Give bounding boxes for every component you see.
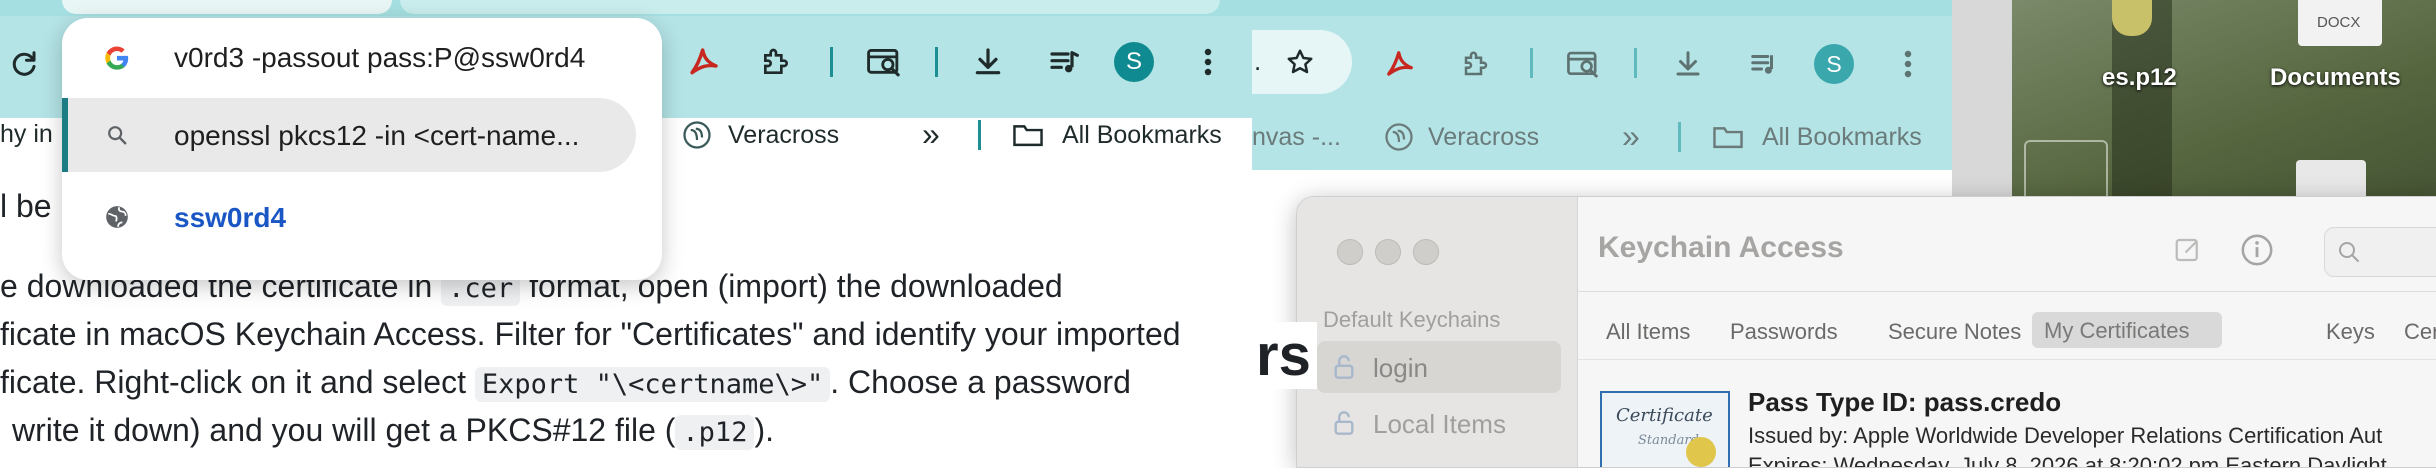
desktop-file-label[interactable]: es.p12 [2102,64,2177,92]
keychain-sidebar: Default Keychains login Local Items [1297,197,1578,467]
tab-certificates[interactable]: Certificates [2404,319,2436,345]
tab-my-certificates[interactable]: My Certificates [2032,312,2222,348]
pdf-extension-icon[interactable] [1380,44,1420,84]
toolbar-divider [830,47,833,77]
sidebar-item-login[interactable]: login [1317,341,1561,393]
suggestion-text: openssl pkcs12 -in <cert-name... [174,120,580,151]
bookmark-all-bookmarks[interactable]: All Bookmarks [1062,121,1222,150]
new-item-icon[interactable] [2170,233,2206,267]
search-icon [2335,238,2363,266]
tab-passwords[interactable]: Passwords [1730,319,1838,345]
browser-window-right: . S nvas -... Veracross » All Bookmarks [1252,0,1952,200]
veracross-icon [680,118,714,152]
certificate-thumbnail: Certificate Standard [1600,391,1730,467]
close-window-button[interactable] [1337,239,1363,265]
menu-kebab-icon[interactable] [1888,44,1928,84]
active-tab[interactable] [62,0,392,14]
reload-icon[interactable] [4,44,44,84]
media-control-icon[interactable] [1044,42,1084,82]
info-icon[interactable] [2238,231,2276,269]
omnibox-suggestion-selected[interactable]: openssl pkcs12 -in <cert-name... [62,98,636,172]
toolbar-divider [1678,122,1681,152]
omnibox-dropdown: v0rd3 -passout pass:P@ssw0rd4 openssl pk… [62,18,662,280]
download-icon[interactable] [1668,44,1708,84]
download-icon[interactable] [968,42,1008,82]
certificate-thumb-title: Certificate [1616,405,1713,426]
google-icon [100,41,134,75]
bookmark-all-bookmarks[interactable]: All Bookmarks [1762,123,1922,152]
sidebar-item-label: login [1373,353,1428,383]
certificate-seal-icon [1686,437,1716,467]
media-control-icon[interactable] [1744,44,1784,84]
window-title: Keychain Access [1598,231,1844,264]
omnibox-suggestion[interactable]: v0rd3 -passout pass:P@ssw0rd4 [62,24,662,90]
bookmarks-overflow-button[interactable]: » [1622,118,1640,155]
tab-all-items[interactable]: All Items [1606,319,1690,345]
globe-icon [100,200,134,234]
tab-keys[interactable]: Keys [2326,319,2375,345]
desktop-folder-label[interactable]: Documents [2270,64,2401,92]
keychain-access-window: Default Keychains login Local Items Keyc… [1296,196,2436,468]
folder-icon [1710,120,1746,154]
desktop-item[interactable] [2024,140,2108,204]
extensions-icon[interactable] [1456,44,1496,84]
sidebar-item-label: Local Items [1373,409,1506,439]
profile-avatar[interactable]: S [1114,42,1154,82]
bookmark-partial[interactable]: nvas -... [1252,123,1341,152]
bookmark-star-icon[interactable] [1280,42,1320,82]
veracross-icon [1382,120,1416,154]
omnibox-suggestion[interactable]: ssw0rd4 [62,184,662,250]
extensions-icon[interactable] [756,42,796,82]
menu-kebab-icon[interactable] [1188,42,1228,82]
profile-avatar[interactable]: S [1814,44,1854,84]
toolbar-divider [935,47,938,77]
sidebar-section-header: Default Keychains [1323,307,1501,332]
toolbar-divider [978,120,981,150]
bookmark-partial[interactable]: hy in [0,120,53,149]
divider [1578,291,2436,292]
tab-strip [1252,0,1952,16]
tab-search-icon[interactable] [862,42,906,82]
search-field[interactable] [2324,227,2436,277]
tab-label: My Certificates [2044,318,2190,343]
lock-open-icon [1331,353,1357,381]
sidebar-item-local-items[interactable]: Local Items [1317,397,1561,449]
certificate-name[interactable]: Pass Type ID: pass.credo [1748,387,2061,418]
doc-line-4: write it down) and you will get a PKCS#1… [12,412,774,450]
zoom-window-button[interactable] [1413,239,1439,265]
tab-secure-notes[interactable]: Secure Notes [1888,319,2021,345]
folder-icon [1010,118,1046,152]
toolbar-divider [1634,48,1637,78]
minimize-window-button[interactable] [1375,239,1401,265]
pdf-extension-icon[interactable] [684,42,724,82]
file-thumbnail[interactable] [2112,0,2152,36]
doc-line-3: ficate. Right-click on it and select Exp… [0,364,1131,402]
address-ellipsis: . [1254,46,1262,76]
docx-badge: DOCX [2317,14,2361,31]
suggestion-link: ssw0rd4 [174,202,287,233]
bookmark-veracross[interactable]: Veracross [1428,123,1539,152]
heading-fragment: rs [1256,322,1317,389]
suggestion-text: v0rd3 -passout pass:P@ssw0rd4 [174,42,586,73]
bookmarks-overflow-button[interactable]: » [922,116,940,153]
lock-open-icon [1331,409,1357,437]
tab-search-icon[interactable] [1562,44,1604,84]
toolbar-divider [1530,48,1533,78]
divider [1578,359,2436,360]
search-icon [100,118,134,152]
bookmark-veracross[interactable]: Veracross [728,121,839,150]
doc-line-2: ficate in macOS Keychain Access. Filter … [0,316,1181,352]
tab[interactable] [400,0,1220,14]
certificate-issuer: Issued by: Apple Worldwide Developer Rel… [1748,423,2383,448]
keychain-main: Keychain Access All Items Passwords Secu… [1578,197,2436,467]
selection-indicator [62,98,68,172]
